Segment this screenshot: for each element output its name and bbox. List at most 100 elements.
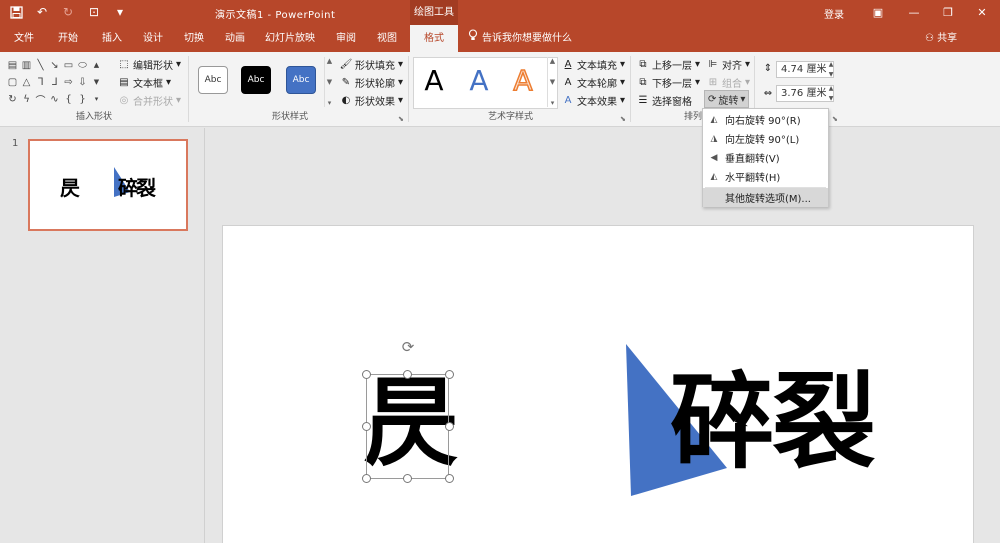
up-icon[interactable]: ▲ bbox=[327, 57, 332, 65]
gallery-up-icon[interactable]: ▲ bbox=[90, 57, 103, 73]
slide-right-text[interactable]: 碎裂 bbox=[670, 362, 876, 482]
close-icon[interactable]: ✕ bbox=[964, 0, 1000, 25]
resize-handle[interactable] bbox=[445, 474, 454, 483]
edit-shape-button[interactable]: ⬚ 编辑形状 ▾ bbox=[118, 57, 181, 72]
paint-bucket-icon: 🖌 bbox=[339, 59, 353, 70]
tab-design[interactable]: 设计 bbox=[135, 25, 171, 52]
tab-slideshow[interactable]: 幻灯片放映 bbox=[260, 25, 320, 52]
login-link[interactable]: 登录 bbox=[824, 6, 844, 21]
resize-handle[interactable] bbox=[403, 474, 412, 483]
tab-view[interactable]: 视图 bbox=[369, 25, 405, 52]
tab-insert[interactable]: 插入 bbox=[94, 25, 130, 52]
block-arrow-down-icon[interactable]: ⇩ bbox=[76, 74, 89, 90]
rounded-rect-shape-icon[interactable]: ▢ bbox=[6, 74, 19, 90]
shape-outline-button[interactable]: ✎ 形状轮廓 ▾ bbox=[340, 75, 403, 90]
resize-handle[interactable] bbox=[403, 370, 412, 379]
dialog-launcher-icon[interactable]: ⬊ bbox=[620, 115, 626, 123]
down-icon[interactable]: ▼ bbox=[829, 71, 834, 78]
wordart-black-style[interactable]: A bbox=[414, 60, 454, 100]
minimize-icon[interactable]: — bbox=[896, 0, 932, 25]
resize-handle[interactable] bbox=[445, 370, 454, 379]
slide-thumbnail[interactable]: 昃 碎裂 bbox=[28, 139, 188, 231]
up-icon[interactable]: ▲ bbox=[829, 85, 834, 92]
width-spinner[interactable]: ▲ ▼ bbox=[826, 85, 836, 102]
dialog-launcher-icon[interactable]: ⬊ bbox=[398, 115, 404, 123]
resize-handle[interactable] bbox=[445, 422, 454, 431]
shape-style-blue-swatch[interactable]: Abc bbox=[286, 66, 316, 94]
freeform-shape-icon[interactable]: ⌒ bbox=[34, 91, 47, 107]
textbox-shape-icon[interactable]: ▤ bbox=[6, 57, 19, 73]
down-icon[interactable]: ▼ bbox=[829, 95, 834, 102]
up-icon[interactable]: ▲ bbox=[550, 57, 555, 65]
arrow-line-shape-icon[interactable]: ↘ bbox=[48, 57, 61, 73]
height-spinner[interactable]: ▲ ▼ bbox=[826, 61, 836, 78]
line-shape-icon[interactable]: ╲ bbox=[34, 57, 47, 73]
more-icon[interactable]: ▾ bbox=[328, 99, 332, 107]
tab-format[interactable]: 格式 bbox=[410, 25, 458, 52]
text-effects-button[interactable]: A 文本效果 ▾ bbox=[562, 93, 625, 108]
dialog-launcher-icon[interactable]: ⬊ bbox=[832, 115, 838, 123]
menu-item-more-rotation-options[interactable]: 其他旋转选项(M)... bbox=[703, 188, 828, 207]
textbox-button[interactable]: ▤ 文本框 ▾ bbox=[118, 75, 171, 90]
curve-shape-icon[interactable]: ∿ bbox=[48, 91, 61, 107]
shape-styles-gallery-scroll[interactable]: ▲ ▼ ▾ bbox=[324, 57, 334, 107]
undo-icon[interactable]: ↶ bbox=[34, 4, 50, 20]
restore-icon[interactable]: ❐ bbox=[930, 0, 966, 25]
bring-forward-button[interactable]: ⧉ 上移一层 ▾ bbox=[637, 57, 700, 72]
share-button[interactable]: ⚇ 共享 bbox=[925, 25, 957, 52]
start-from-beginning-icon[interactable]: ⊡ bbox=[86, 4, 102, 20]
rotation-handle-icon[interactable]: ⟳ bbox=[400, 339, 416, 355]
left-brace-shape-icon[interactable]: { bbox=[62, 91, 75, 107]
text-fill-button[interactable]: A 文本填充 ▾ bbox=[562, 57, 625, 72]
down-icon[interactable]: ▼ bbox=[327, 78, 332, 86]
tab-transitions[interactable]: 切换 bbox=[176, 25, 212, 52]
slide-canvas[interactable]: 昃 碎裂 ⟳ bbox=[222, 225, 974, 543]
tab-animations[interactable]: 动画 bbox=[217, 25, 253, 52]
triangle-shape-icon[interactable]: △ bbox=[20, 74, 33, 90]
shape-effects-button[interactable]: ◐ 形状效果 ▾ bbox=[340, 93, 403, 108]
send-backward-button[interactable]: ⧉ 下移一层 ▾ bbox=[637, 75, 700, 90]
elbow-arrow-shape-icon[interactable]: ᒧ bbox=[48, 74, 61, 90]
oval-shape-icon[interactable]: ⬭ bbox=[76, 57, 89, 73]
customize-qat-icon[interactable]: ▾ bbox=[112, 4, 128, 20]
tab-review[interactable]: 审阅 bbox=[328, 25, 364, 52]
rotate-button[interactable]: ⟳ 旋转 ▾ bbox=[704, 90, 749, 108]
selection-pane-button[interactable]: ☰ 选择窗格 bbox=[637, 93, 692, 108]
shape-fill-button[interactable]: 🖌 形状填充 ▾ bbox=[340, 57, 403, 72]
tab-home[interactable]: 开始 bbox=[50, 25, 86, 52]
more-icon[interactable]: ▾ bbox=[551, 99, 555, 107]
merge-shapes-button[interactable]: ◎ 合并形状 ▾ bbox=[118, 93, 181, 108]
lightning-shape-icon[interactable]: ϟ bbox=[20, 91, 33, 107]
right-brace-shape-icon[interactable]: } bbox=[76, 91, 89, 107]
align-button[interactable]: ⊫ 对齐 ▾ bbox=[707, 57, 750, 72]
gallery-down-icon[interactable]: ▼ bbox=[90, 74, 103, 90]
shape-style-outline-swatch[interactable]: Abc bbox=[198, 66, 228, 94]
menu-item-rotate-right[interactable]: ◭ 向右旋转 90°(R) bbox=[703, 110, 828, 129]
shape-style-black-swatch[interactable]: Abc bbox=[241, 66, 271, 94]
block-arrow-right-icon[interactable]: ⇨ bbox=[62, 74, 75, 90]
menu-item-flip-horizontal[interactable]: ◭ 水平翻转(H) bbox=[703, 167, 828, 186]
wordart-blue-style[interactable]: A bbox=[459, 60, 499, 100]
ribbon-display-options-icon[interactable]: ▣ bbox=[860, 0, 896, 25]
shapes-gallery[interactable]: ▤ ▥ ╲ ↘ ▭ ⬭ ▲ ▢ △ ᒣ ᒧ ⇨ ⇩ ▼ ↻ ϟ ⌒ ∿ { } … bbox=[6, 57, 106, 111]
group-button[interactable]: ⊞ 组合 ▾ bbox=[707, 75, 750, 90]
save-icon[interactable] bbox=[8, 4, 24, 20]
redo-icon[interactable]: ↻ bbox=[60, 4, 76, 20]
resize-handle[interactable] bbox=[362, 474, 371, 483]
rectangle-shape-icon[interactable]: ▭ bbox=[62, 57, 75, 73]
wordart-gallery-scroll[interactable]: ▲ ▼ ▾ bbox=[547, 57, 557, 107]
text-outline-button[interactable]: A 文本轮廓 ▾ bbox=[562, 75, 625, 90]
resize-handle[interactable] bbox=[362, 422, 371, 431]
gallery-more-icon[interactable]: ▾ bbox=[90, 91, 103, 107]
menu-item-flip-vertical[interactable]: ◀ 垂直翻转(V) bbox=[703, 148, 828, 167]
tell-me-box[interactable]: 告诉我你想要做什么 bbox=[468, 25, 572, 52]
vertical-textbox-shape-icon[interactable]: ▥ bbox=[20, 57, 33, 73]
elbow-connector-shape-icon[interactable]: ᒣ bbox=[34, 74, 47, 90]
down-icon[interactable]: ▼ bbox=[550, 78, 555, 86]
up-icon[interactable]: ▲ bbox=[829, 61, 834, 68]
bent-arrow-shape-icon[interactable]: ↻ bbox=[6, 91, 19, 107]
menu-item-rotate-left[interactable]: ◮ 向左旋转 90°(L) bbox=[703, 129, 828, 148]
resize-handle[interactable] bbox=[362, 370, 371, 379]
wordart-orange-outline-style[interactable]: A bbox=[503, 60, 543, 100]
tab-file[interactable]: 文件 bbox=[8, 25, 40, 52]
